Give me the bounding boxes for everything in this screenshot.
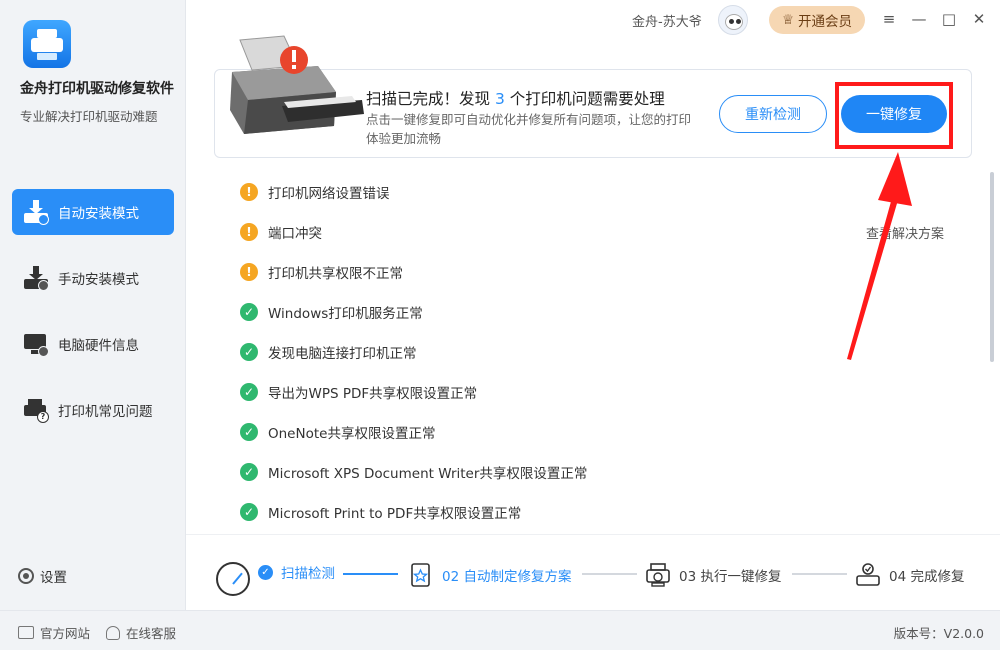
list-item: ✓ Microsoft Print to PDF共享权限设置正常	[240, 492, 980, 532]
settings-button[interactable]: 设置	[18, 566, 67, 586]
sidebar-item-label: 打印机常见问题	[58, 404, 153, 420]
printer-download-icon	[22, 264, 50, 292]
version-label: 版本号：V2.0.0	[893, 626, 984, 641]
check-icon: ✓	[240, 503, 258, 521]
app-title: 金舟打印机驱动修复软件	[20, 81, 174, 97]
scan-description: 点击一键修复即可自动优化并修复所有问题项，让您的打印体验更加流畅	[366, 112, 692, 146]
sidebar-item-label: 自动安装模式	[58, 206, 139, 222]
menu-icon[interactable]: ≡	[878, 8, 900, 30]
step-scan: ✓ 扫描检测	[258, 562, 335, 582]
check-icon: ✓	[240, 343, 258, 361]
check-icon: ✓	[240, 463, 258, 481]
document-star-icon	[411, 563, 430, 587]
vip-label: 开通会员	[798, 14, 853, 30]
app-logo-printer-icon	[23, 20, 71, 68]
sidebar-item-label: 电脑硬件信息	[58, 338, 139, 354]
crown-icon: ♕	[781, 12, 795, 28]
sidebar: 金舟打印机驱动修复软件 专业解决打印机驱动难题 自动安装模式 手动安装模式 电脑…	[0, 0, 186, 610]
red-arrow-annotation	[847, 152, 912, 360]
gear-icon	[18, 568, 34, 584]
step-complete: 04 完成修复	[855, 562, 964, 588]
list-item: ✓ 导出为WPS PDF共享权限设置正常	[240, 372, 980, 412]
warning-icon: !	[240, 263, 258, 281]
printer-done-icon	[856, 563, 880, 586]
scan-gauge-icon	[216, 562, 250, 596]
headset-icon	[106, 625, 120, 640]
sidebar-item-manual-install[interactable]: 手动安装模式	[12, 255, 174, 301]
vip-button[interactable]: ♕ 开通会员	[769, 6, 865, 34]
step-connector	[582, 573, 637, 575]
printer-warning-illustration	[230, 35, 364, 134]
step-connector	[792, 573, 847, 575]
issue-count: 3	[494, 90, 505, 108]
avatar[interactable]	[718, 5, 748, 35]
close-icon[interactable]: ✕	[968, 8, 990, 30]
printer-download-icon	[22, 198, 50, 226]
step-connector	[343, 573, 398, 575]
printer-refresh-icon	[646, 563, 670, 587]
username: 金舟-苏大爷	[632, 15, 702, 30]
sidebar-item-label: 手动安装模式	[58, 272, 139, 288]
monitor-icon	[18, 626, 34, 639]
sidebar-item-auto-install[interactable]: 自动安装模式	[12, 189, 174, 235]
check-icon: ✓	[258, 564, 273, 580]
sidebar-item-hardware-info[interactable]: 电脑硬件信息	[12, 321, 174, 367]
step-execute: 03 执行一键修复	[645, 562, 781, 588]
step-plan: 02 自动制定修复方案	[408, 562, 571, 588]
list-item: ✓ OneNote共享权限设置正常	[240, 412, 980, 452]
footer: 官方网站 在线客服 版本号：V2.0.0	[0, 610, 1000, 650]
minimize-icon[interactable]: —	[908, 8, 930, 30]
check-icon: ✓	[240, 383, 258, 401]
scrollbar[interactable]	[990, 172, 994, 362]
one-click-fix-button[interactable]: 一键修复	[841, 95, 947, 133]
scan-summary-title: 扫描已完成！发现 3 个打印机问题需要处理	[366, 90, 665, 108]
sidebar-item-printer-faq[interactable]: ? 打印机常见问题	[12, 387, 174, 433]
monitor-info-icon	[22, 330, 50, 358]
warning-icon: !	[240, 183, 258, 201]
online-support-link[interactable]: 在线客服	[106, 623, 176, 642]
check-icon: ✓	[240, 303, 258, 321]
check-icon: ✓	[240, 423, 258, 441]
app-subtitle: 专业解决打印机驱动难题	[20, 109, 158, 124]
rescan-button[interactable]: 重新检测	[719, 95, 827, 133]
warning-icon: !	[240, 223, 258, 241]
list-item: ✓ Microsoft XPS Document Writer共享权限设置正常	[240, 452, 980, 492]
settings-label: 设置	[40, 570, 67, 586]
printer-question-icon: ?	[22, 396, 50, 424]
maximize-icon[interactable]: □	[938, 8, 960, 30]
official-website-link[interactable]: 官方网站	[18, 623, 90, 642]
